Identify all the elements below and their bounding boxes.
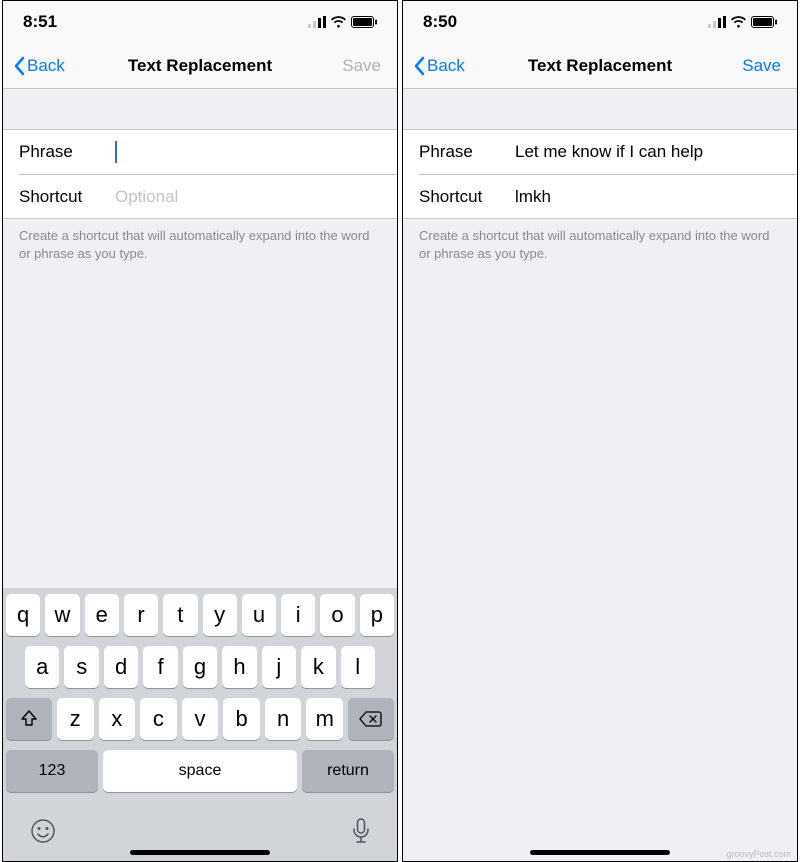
phrase-label: Phrase — [19, 142, 115, 162]
key-j[interactable]: j — [262, 646, 296, 688]
key-s[interactable]: s — [64, 646, 98, 688]
save-button[interactable]: Save — [742, 56, 787, 76]
status-time: 8:51 — [23, 12, 57, 32]
emoji-icon — [30, 818, 56, 844]
key-b[interactable]: b — [223, 698, 260, 740]
dictation-key[interactable] — [352, 818, 370, 851]
wifi-icon — [330, 16, 347, 28]
emoji-key[interactable] — [30, 818, 56, 851]
key-q[interactable]: q — [6, 594, 40, 636]
key-v[interactable]: v — [182, 698, 219, 740]
form-group: Phrase Shortcut — [403, 129, 797, 219]
key-n[interactable]: n — [265, 698, 302, 740]
backspace-icon — [359, 710, 383, 728]
status-bar: 8:50 — [403, 1, 797, 43]
shift-key[interactable] — [6, 698, 52, 740]
phrase-row[interactable]: Phrase — [3, 130, 397, 174]
home-indicator[interactable] — [130, 850, 270, 855]
phrase-label: Phrase — [419, 142, 515, 162]
shortcut-input[interactable] — [515, 187, 781, 207]
phrase-input[interactable] — [515, 142, 781, 162]
watermark: groovyPost.com — [726, 849, 791, 859]
battery-icon — [751, 16, 777, 28]
key-l[interactable]: l — [341, 646, 375, 688]
key-z[interactable]: z — [57, 698, 94, 740]
back-button[interactable]: Back — [413, 56, 465, 76]
key-w[interactable]: w — [45, 594, 79, 636]
key-p[interactable]: p — [360, 594, 394, 636]
key-o[interactable]: o — [320, 594, 354, 636]
return-key[interactable]: return — [302, 750, 394, 792]
save-button[interactable]: Save — [342, 56, 387, 76]
key-f[interactable]: f — [143, 646, 177, 688]
nav-bar: Back Text Replacement Save — [403, 43, 797, 89]
battery-icon — [351, 16, 377, 28]
space-key[interactable]: space — [103, 750, 297, 792]
back-label: Back — [427, 56, 465, 76]
key-k[interactable]: k — [301, 646, 335, 688]
keyboard: qwertyuiop asdfghjkl zxcvbnm 123 space r… — [3, 588, 397, 861]
nav-bar: Back Text Replacement Save — [3, 43, 397, 89]
backspace-key[interactable] — [348, 698, 394, 740]
key-x[interactable]: x — [99, 698, 136, 740]
back-label: Back — [27, 56, 65, 76]
key-y[interactable]: y — [203, 594, 237, 636]
key-g[interactable]: g — [183, 646, 217, 688]
phrase-input[interactable] — [117, 142, 381, 162]
key-i[interactable]: i — [281, 594, 315, 636]
chevron-left-icon — [413, 56, 425, 76]
chevron-left-icon — [13, 56, 25, 76]
numbers-key[interactable]: 123 — [6, 750, 98, 792]
shortcut-input[interactable] — [115, 187, 381, 207]
key-d[interactable]: d — [104, 646, 138, 688]
home-indicator[interactable] — [530, 850, 670, 855]
cellular-icon — [708, 16, 726, 28]
form-group: Phrase Shortcut — [3, 129, 397, 219]
shift-icon — [19, 709, 39, 729]
key-e[interactable]: e — [85, 594, 119, 636]
help-text: Create a shortcut that will automaticall… — [3, 219, 397, 270]
key-t[interactable]: t — [163, 594, 197, 636]
key-u[interactable]: u — [242, 594, 276, 636]
help-text: Create a shortcut that will automaticall… — [403, 219, 797, 270]
shortcut-label: Shortcut — [19, 187, 115, 207]
status-bar: 8:51 — [3, 1, 397, 43]
key-a[interactable]: a — [25, 646, 59, 688]
microphone-icon — [352, 818, 370, 844]
key-m[interactable]: m — [306, 698, 343, 740]
cellular-icon — [308, 16, 326, 28]
key-h[interactable]: h — [222, 646, 256, 688]
wifi-icon — [730, 16, 747, 28]
shortcut-row[interactable]: Shortcut — [419, 174, 797, 218]
key-c[interactable]: c — [140, 698, 177, 740]
key-r[interactable]: r — [124, 594, 158, 636]
back-button[interactable]: Back — [13, 56, 65, 76]
status-time: 8:50 — [423, 12, 457, 32]
phrase-row[interactable]: Phrase — [403, 130, 797, 174]
shortcut-row[interactable]: Shortcut — [19, 174, 397, 218]
shortcut-label: Shortcut — [419, 187, 515, 207]
